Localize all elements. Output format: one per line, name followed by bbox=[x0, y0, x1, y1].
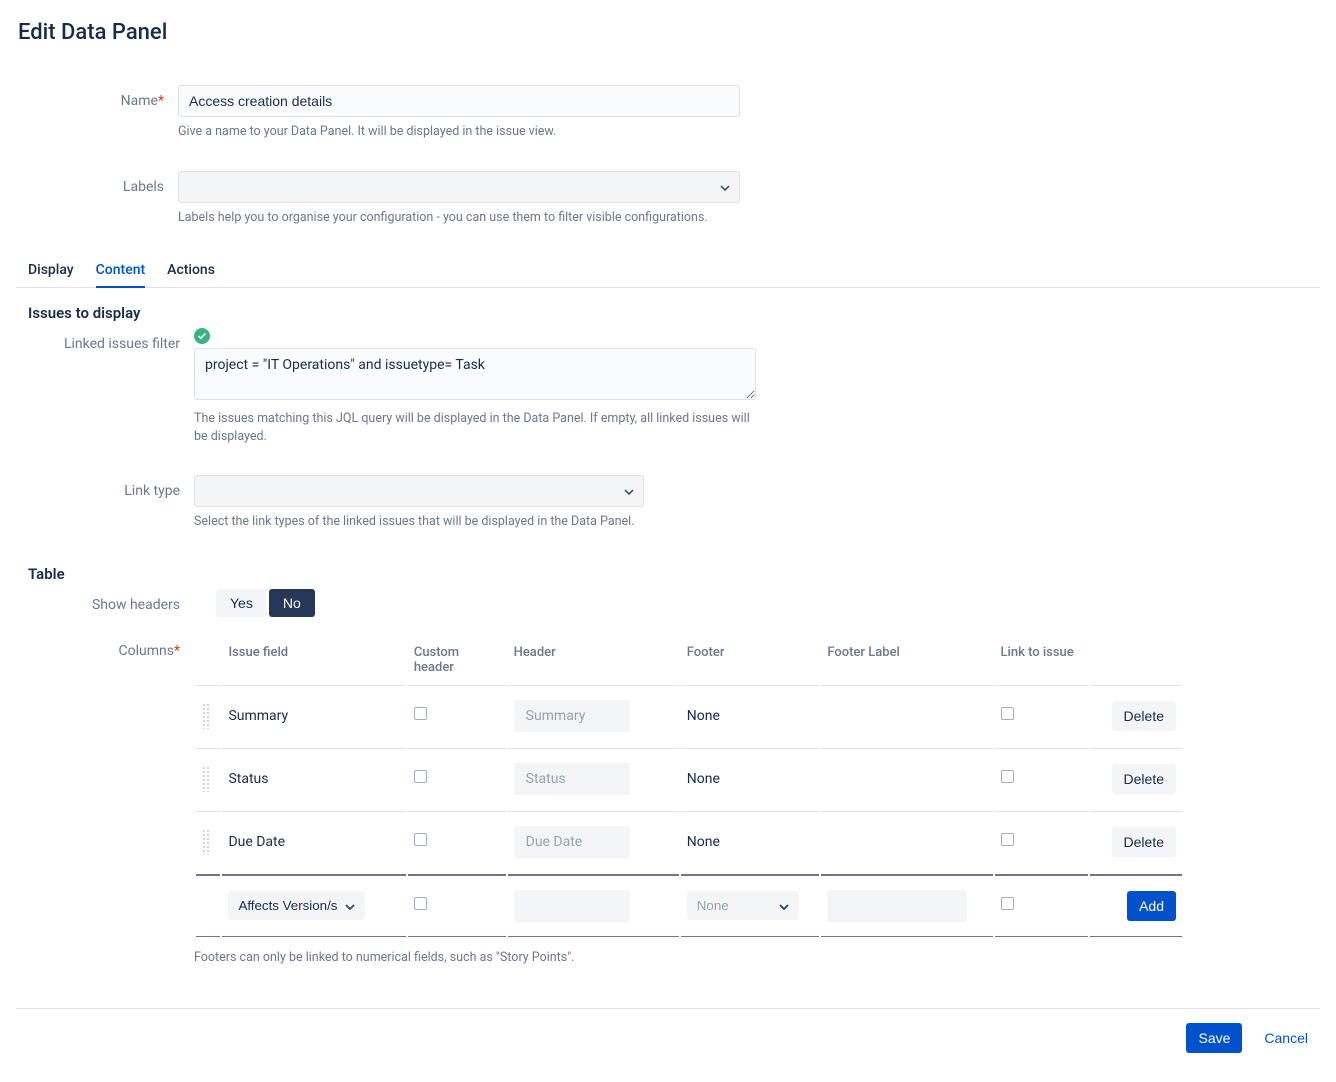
th-issue-field: Issue field bbox=[222, 637, 405, 683]
column-field-name: Status bbox=[222, 748, 405, 809]
add-button[interactable]: Add bbox=[1127, 891, 1176, 921]
th-header: Header bbox=[508, 637, 679, 683]
link-to-issue-checkbox[interactable] bbox=[1001, 770, 1014, 783]
page-title: Edit Data Panel bbox=[18, 20, 1320, 45]
add-column-row: Affects Version/s None Add bbox=[196, 874, 1182, 937]
custom-header-checkbox[interactable] bbox=[414, 770, 427, 783]
th-link-to-issue: Link to issue bbox=[995, 637, 1089, 683]
link-type-select[interactable] bbox=[194, 475, 644, 507]
columns-footer-note: Footers can only be linked to numerical … bbox=[194, 949, 1184, 967]
labels-help: Labels help you to organise your configu… bbox=[178, 209, 748, 227]
footer-value: None bbox=[681, 685, 820, 746]
footer-value: None bbox=[681, 748, 820, 809]
chevron-down-icon bbox=[345, 898, 355, 913]
cancel-button[interactable]: Cancel bbox=[1252, 1023, 1320, 1053]
section-issues-title: Issues to display bbox=[28, 304, 1320, 322]
tab-display[interactable]: Display bbox=[28, 256, 74, 287]
show-headers-yes[interactable]: Yes bbox=[216, 589, 267, 617]
linked-issues-filter-label: Linked issues filter bbox=[16, 328, 194, 352]
show-headers-label: Show headers bbox=[16, 589, 194, 613]
delete-button[interactable]: Delete bbox=[1112, 764, 1176, 794]
column-field-name: Due Date bbox=[222, 811, 405, 872]
drag-handle-icon[interactable] bbox=[202, 703, 210, 729]
link-to-issue-checkbox[interactable] bbox=[1001, 833, 1014, 846]
th-custom-header: Custom header bbox=[408, 637, 506, 683]
custom-header-checkbox[interactable] bbox=[414, 707, 427, 720]
th-footer: Footer bbox=[681, 637, 820, 683]
link-to-issue-checkbox[interactable] bbox=[1001, 707, 1014, 720]
header-placeholder[interactable]: Summary bbox=[514, 700, 630, 732]
link-type-help: Select the link types of the linked issu… bbox=[194, 513, 764, 531]
tab-content[interactable]: Content bbox=[96, 256, 146, 288]
link-to-issue-checkbox[interactable] bbox=[1001, 897, 1014, 910]
jql-help: The issues matching this JQL query will … bbox=[194, 410, 764, 445]
drag-handle-icon[interactable] bbox=[202, 829, 210, 855]
drag-handle-icon[interactable] bbox=[202, 766, 210, 792]
header-input[interactable] bbox=[514, 890, 630, 922]
save-button[interactable]: Save bbox=[1186, 1023, 1242, 1053]
table-row: Summary Summary None Delete bbox=[196, 685, 1182, 746]
th-footer-label: Footer Label bbox=[821, 637, 992, 683]
columns-label: Columns* bbox=[16, 635, 194, 659]
link-type-label: Link type bbox=[16, 475, 194, 499]
footer-label-input[interactable] bbox=[827, 890, 967, 922]
table-row: Status Status None Delete bbox=[196, 748, 1182, 809]
labels-label: Labels bbox=[16, 171, 178, 195]
show-headers-no[interactable]: No bbox=[269, 589, 315, 617]
column-field-name: Summary bbox=[222, 685, 405, 746]
issue-field-select[interactable]: Affects Version/s bbox=[228, 891, 365, 920]
check-icon bbox=[194, 328, 210, 344]
jql-input[interactable]: project = "IT Operations" and issuetype=… bbox=[194, 348, 756, 400]
footer-value: None bbox=[681, 811, 820, 872]
section-table-title: Table bbox=[28, 565, 1320, 583]
labels-select[interactable] bbox=[178, 171, 740, 203]
custom-header-checkbox[interactable] bbox=[414, 833, 427, 846]
tabs: Display Content Actions bbox=[16, 256, 1320, 288]
name-label: Name* bbox=[16, 85, 178, 109]
header-placeholder[interactable]: Due Date bbox=[514, 826, 630, 858]
custom-header-checkbox[interactable] bbox=[414, 897, 427, 910]
tab-actions[interactable]: Actions bbox=[167, 256, 215, 287]
name-help: Give a name to your Data Panel. It will … bbox=[178, 123, 748, 141]
delete-button[interactable]: Delete bbox=[1112, 701, 1176, 731]
chevron-down-icon bbox=[779, 898, 789, 913]
name-input[interactable] bbox=[178, 85, 740, 117]
delete-button[interactable]: Delete bbox=[1112, 827, 1176, 857]
table-row: Due Date Due Date None Delete bbox=[196, 811, 1182, 872]
header-placeholder[interactable]: Status bbox=[514, 763, 630, 795]
footer-select[interactable]: None bbox=[687, 891, 799, 920]
